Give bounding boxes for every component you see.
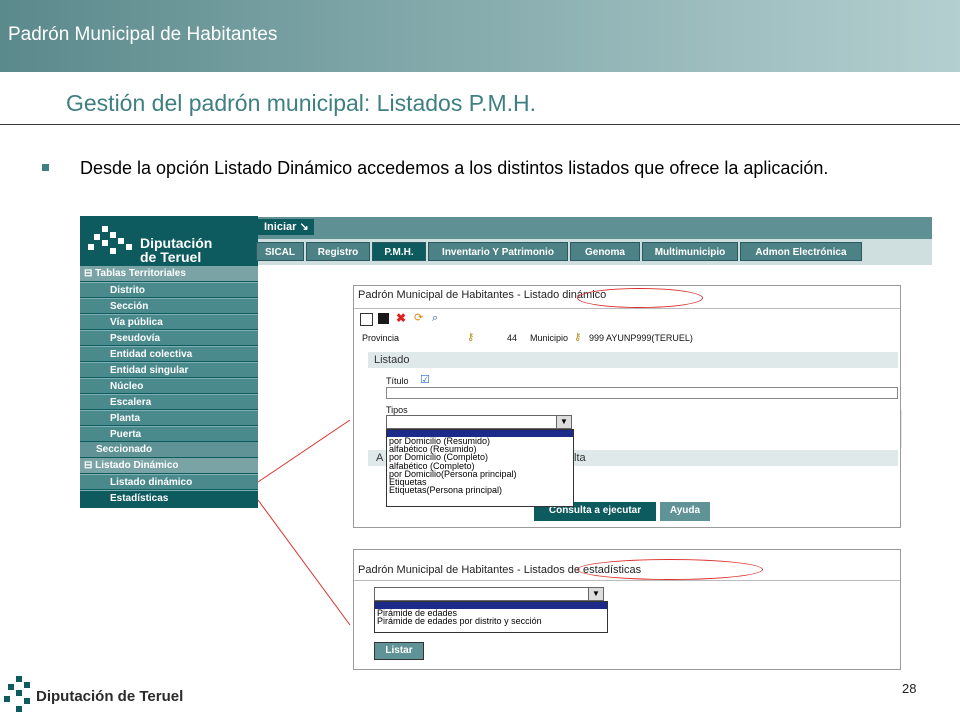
section-consulta-label-start: A [376,452,384,464]
dialog-title: Padrón Municipal de Habitantes - Listado… [358,289,606,301]
section-consulta-label-end: lta [574,452,586,464]
save-icon[interactable] [378,313,389,324]
footer-logo-icon [4,676,34,716]
section-listado-label: Listado [374,354,410,366]
tipos-label: Tipos [386,405,408,415]
divider [354,580,900,581]
divider [354,308,900,309]
listar-button[interactable]: Listar [374,642,424,660]
dropdown-option[interactable]: Etiquetas(Persona principal) [387,486,573,495]
ayuda-button[interactable]: Ayuda [660,502,710,521]
estadisticas-select[interactable]: ▼ [374,587,604,601]
delete-icon[interactable]: ✖ [396,312,407,324]
footer-logo-text: Diputación de Teruel [36,688,184,705]
key-icon: ⚷ [574,332,582,343]
search-icon[interactable]: ⌕ [432,313,443,324]
provincia-label: Provincia [362,333,400,343]
checkmark-icon: ☑ [420,374,430,386]
section-listado: Listado [368,352,898,368]
highlight-ellipse [577,559,763,580]
dialog-title-prefix: Padrón Municipal de Habitantes - [358,564,524,576]
dialog-title-prefix: Padrón Municipal de Habitantes - [358,289,524,301]
chevron-down-icon[interactable]: ▼ [588,588,603,600]
listado-dinamico-dialog: Padrón Municipal de Habitantes - Listado… [353,285,901,528]
tipos-select[interactable]: ▼ [386,415,572,429]
titulo-label: Título [386,376,409,386]
provincia-value: 44 [507,333,518,343]
municipio-label: Municipio [530,333,569,343]
municipio-value: 999 AYUNP999(TERUEL) [589,333,693,343]
page-number: 28 [902,681,917,696]
titulo-input[interactable] [386,387,898,399]
tipos-dropdown-list: por Domicilio (Resumido) alfabético (Res… [386,429,574,507]
new-document-icon[interactable] [360,313,373,326]
key-icon: ⚷ [467,332,475,343]
estadisticas-dropdown-list: Pirámide de edades Pirámide de edades po… [374,601,608,633]
refresh-icon[interactable]: ⟳ [414,313,425,324]
highlight-ellipse [577,288,703,308]
chevron-down-icon[interactable]: ▼ [556,416,571,428]
dropdown-option[interactable]: Pirámide de edades por distrito y secció… [375,617,607,626]
